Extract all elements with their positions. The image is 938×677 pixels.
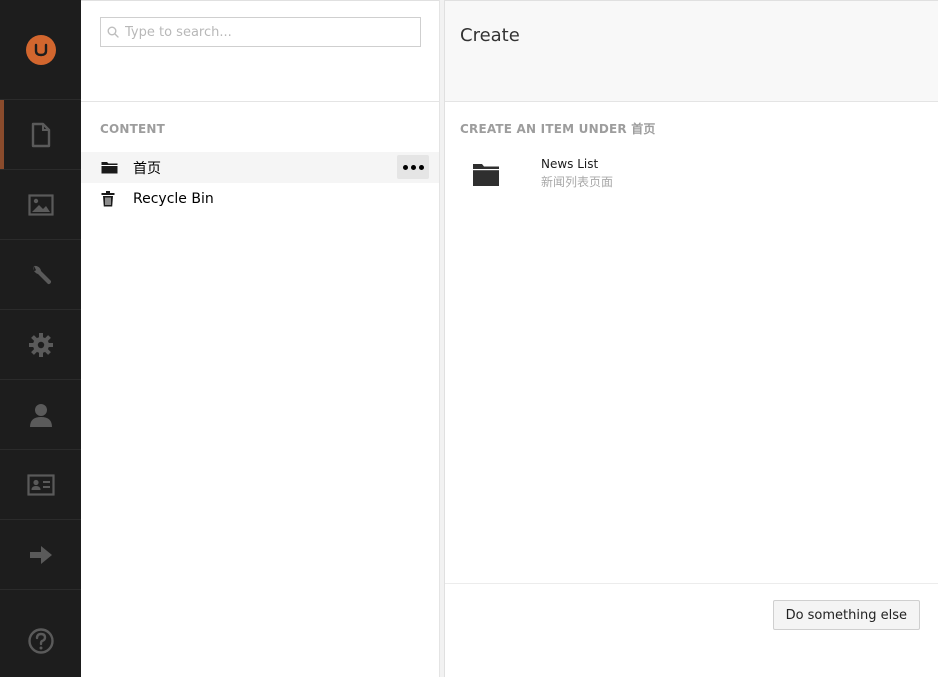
ellipsis-dot xyxy=(410,164,416,170)
umbraco-logo-icon[interactable] xyxy=(25,34,56,65)
create-subtitle: CREATE AN ITEM UNDER 首页 xyxy=(460,122,656,136)
create-title: Create xyxy=(460,25,520,46)
section-content[interactable] xyxy=(0,100,81,170)
tree-header xyxy=(81,0,439,102)
tree-node-recycle-bin[interactable]: Recycle Bin xyxy=(81,183,439,214)
create-panel: Create CREATE AN ITEM UNDER 首页 News List… xyxy=(445,0,938,677)
tree-section-label: CONTENT xyxy=(100,122,166,136)
content-tree-panel: CONTENT 首页 xyxy=(81,0,440,677)
help-circle-icon xyxy=(27,628,54,654)
document-type-description: 新闻列表页面 xyxy=(541,175,614,189)
section-app-bar xyxy=(0,0,81,677)
settings-wrench-icon xyxy=(33,265,51,284)
create-header: Create xyxy=(445,0,938,102)
section-settings[interactable] xyxy=(0,240,81,310)
section-developer[interactable] xyxy=(0,310,81,380)
create-footer: Do something else xyxy=(445,583,938,677)
section-media[interactable] xyxy=(0,170,81,240)
content-document-icon xyxy=(31,122,50,147)
section-forms[interactable] xyxy=(0,520,81,590)
document-type-news-list[interactable]: News List 新闻列表页面 xyxy=(472,157,938,190)
tree-node-label: Recycle Bin xyxy=(133,190,214,207)
search-box[interactable] xyxy=(100,17,421,47)
document-type-text: News List 新闻列表页面 xyxy=(541,157,613,190)
folder-icon xyxy=(101,161,119,174)
node-actions-button[interactable] xyxy=(397,155,429,179)
umbraco-backoffice: CONTENT 首页 xyxy=(0,0,938,677)
section-users[interactable] xyxy=(0,380,81,450)
search-input[interactable] xyxy=(125,19,420,45)
members-id-card-icon xyxy=(26,473,55,496)
ellipsis-dot xyxy=(418,164,424,170)
section-members[interactable] xyxy=(0,450,81,520)
help-button[interactable] xyxy=(0,625,81,657)
logo-cell xyxy=(0,0,81,100)
folder-icon xyxy=(472,161,500,187)
media-image-icon xyxy=(27,193,54,216)
ellipsis-dot xyxy=(402,164,408,170)
users-person-icon xyxy=(29,403,52,427)
tree-node-label: 首页 xyxy=(133,160,161,177)
tree-node-home[interactable]: 首页 xyxy=(81,152,439,183)
document-type-name: News List xyxy=(541,157,599,171)
developer-gear-icon xyxy=(28,332,53,357)
tree-list: 首页 Recycle Bin xyxy=(81,152,439,214)
trash-icon xyxy=(101,190,119,207)
do-something-else-button[interactable]: Do something else xyxy=(772,600,920,630)
search-icon xyxy=(107,26,119,38)
forms-arrow-right-icon xyxy=(29,545,52,564)
